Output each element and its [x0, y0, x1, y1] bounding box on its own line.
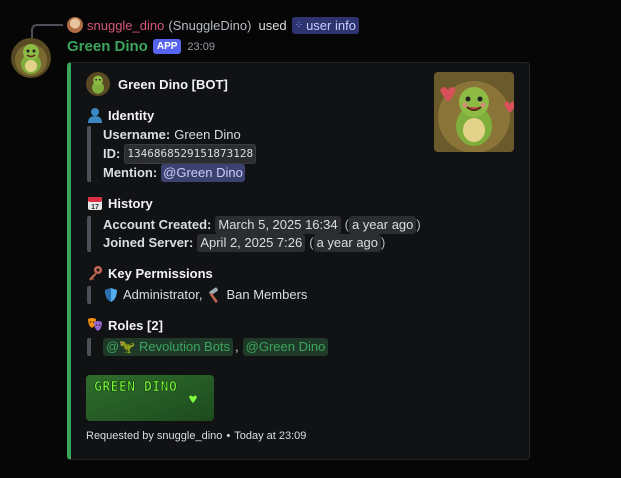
shield-icon: [103, 287, 119, 303]
banner-text: GREEN DINO: [94, 380, 177, 395]
permission-administrator: Administrator,: [123, 287, 203, 302]
embed-author: Green Dino [BOT]: [86, 72, 228, 96]
command-mention[interactable]: ⁘ user info: [291, 16, 359, 34]
created-label: Account Created:: [103, 217, 212, 232]
identity-title: Identity: [108, 107, 155, 123]
permissions-quote: Administrator, Ban Members: [87, 286, 307, 304]
history-title: History: [108, 195, 153, 211]
permissions-title: Key Permissions: [108, 265, 213, 281]
app-badge: APP: [152, 39, 182, 54]
person-silhouette-icon: [86, 106, 104, 124]
slash-command-icon: ⁘: [294, 19, 304, 31]
id-label: ID:: [103, 146, 121, 161]
identity-field-title: Identity: [86, 106, 154, 124]
roles-quote: @🦖 Revolution Bots, @Green Dino: [87, 338, 329, 356]
history-quote: Account Created: March 5, 2025 16:34 (a …: [87, 216, 421, 252]
calendar-icon: 17: [86, 194, 104, 212]
footer-requested-by: Requested by snuggle_dino: [86, 430, 223, 442]
hammer-icon: [206, 287, 222, 303]
embed-author-avatar: [86, 72, 110, 96]
mention-label: Mention:: [103, 165, 158, 180]
roles-field-title: Roles [2]: [86, 316, 163, 334]
theater-masks-icon: [86, 316, 104, 334]
embed-footer: Requested by snuggle_dino • Today at 23:09: [86, 430, 306, 442]
roles-title: Roles [2]: [108, 317, 163, 333]
reply-avatar[interactable]: [67, 17, 83, 33]
message-header: Green Dino APP 23:09: [67, 38, 215, 55]
joined-relative[interactable]: a year ago: [313, 234, 382, 252]
roles-separator: ,: [235, 339, 239, 354]
embed-thumbnail[interactable]: [434, 72, 514, 152]
joined-label: Joined Server:: [103, 235, 194, 250]
bot-username[interactable]: Green Dino: [67, 38, 148, 55]
reply-connector: [31, 24, 63, 38]
permission-ban-members: Ban Members: [226, 287, 308, 302]
username-label: Username:: [103, 127, 171, 142]
footer-dot: •: [226, 430, 231, 442]
username-value: Green Dino: [174, 127, 241, 142]
history-field-title: 17 History: [86, 194, 153, 212]
reply-username[interactable]: snuggle_dino: [87, 18, 164, 33]
permissions-field-title: Key Permissions: [86, 264, 213, 282]
embed-banner-image[interactable]: GREEN DINO: [86, 375, 214, 421]
user-id-code: 1346868529151873128: [124, 144, 257, 164]
key-icon: [86, 264, 104, 282]
command-name: user info: [306, 17, 356, 33]
role-mention-revolution-bots[interactable]: @🦖 Revolution Bots: [103, 338, 234, 356]
reply-handle: (SnuggleDino): [168, 17, 252, 33]
reply-used-text: used: [258, 17, 287, 33]
role-mention-green-dino[interactable]: @Green Dino: [242, 338, 329, 356]
message-time[interactable]: 23:09: [187, 41, 215, 53]
reply-preview[interactable]: snuggle_dino (SnuggleDino) used ⁘ user i…: [67, 16, 359, 34]
user-info-embed: Green Dino [BOT] Identity Username: Green…: [67, 62, 530, 460]
identity-quote: Username: Green Dino ID: 13468685291518731…: [87, 126, 257, 182]
footer-time: Today at 23:09: [234, 430, 307, 442]
created-timestamp[interactable]: March 5, 2025 16:34: [215, 216, 341, 234]
created-relative[interactable]: a year ago: [348, 216, 417, 234]
embed-author-name: Green Dino [BOT]: [118, 76, 228, 92]
user-mention[interactable]: @Green Dino: [161, 164, 245, 182]
joined-timestamp[interactable]: April 2, 2025 7:26: [197, 234, 306, 252]
bot-avatar[interactable]: [11, 38, 51, 78]
svg-text:17: 17: [91, 204, 99, 211]
